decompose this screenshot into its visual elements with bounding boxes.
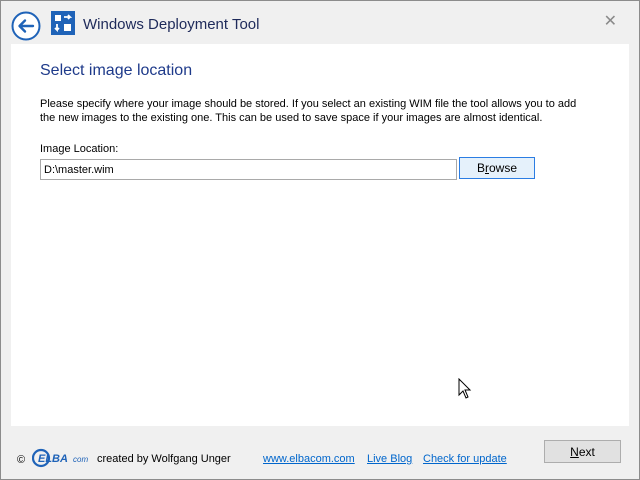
browse-button[interactable]: Browse (459, 157, 535, 179)
elbacom-logo: ELBA com (32, 448, 88, 468)
image-location-input[interactable] (40, 159, 457, 180)
check-update-link[interactable]: Check for update (423, 453, 507, 465)
browse-label: Browse (476, 161, 518, 175)
back-arrow-icon (11, 11, 41, 41)
deployment-app-icon (51, 11, 75, 35)
title-bar: Windows Deployment Tool ✕ (1, 1, 639, 43)
footer: © ELBA com created by Wolfgang Unger www… (11, 426, 629, 479)
live-blog-link[interactable]: Live Blog (367, 453, 412, 465)
copyright-symbol: © (17, 454, 26, 466)
close-icon[interactable]: ✕ (604, 11, 617, 31)
next-label: Next (570, 444, 595, 459)
svg-text:com: com (73, 455, 88, 464)
application-window: Windows Deployment Tool ✕ Select image l… (0, 0, 640, 480)
page-description: Please specify where your image should b… (40, 98, 577, 124)
mouse-cursor-icon (458, 378, 472, 399)
website-link[interactable]: www.elbacom.com (263, 453, 355, 465)
image-location-label: Image Location: (40, 143, 119, 155)
author-credit: created by Wolfgang Unger (97, 453, 231, 465)
next-button[interactable]: Next (544, 440, 621, 463)
content-panel: Select image location Please specify whe… (11, 44, 629, 426)
svg-text:ELBA: ELBA (38, 453, 68, 465)
page-heading: Select image location (40, 62, 193, 79)
window-title: Windows Deployment Tool (83, 16, 260, 33)
back-button[interactable] (11, 11, 41, 41)
